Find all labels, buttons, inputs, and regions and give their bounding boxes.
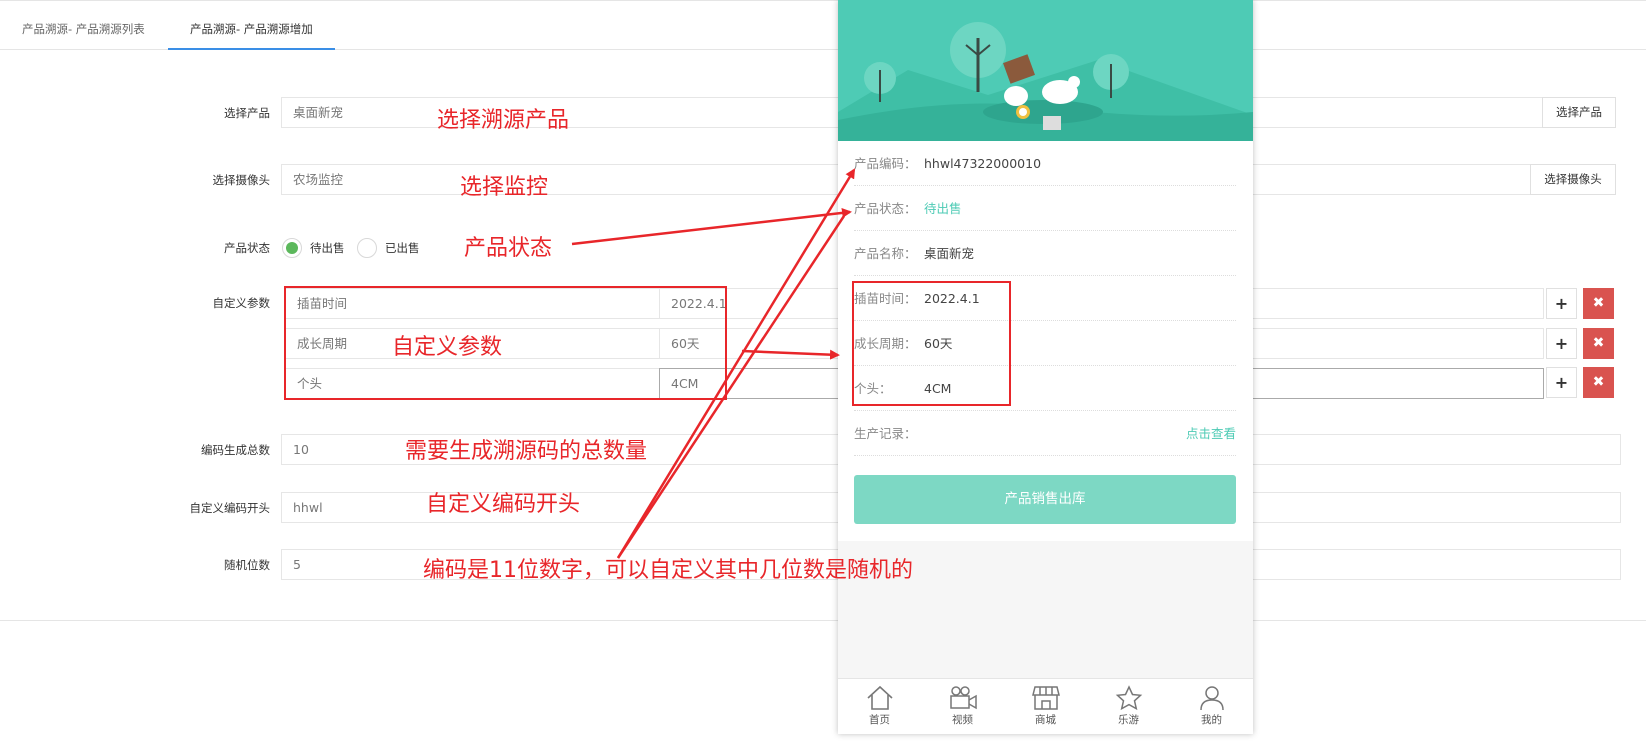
annotation-code: 编码是11位数字，可以自定义其中几位数是随机的 bbox=[423, 558, 913, 583]
annotation-params: 自定义参数 bbox=[392, 335, 503, 360]
annotation-product: 选择溯源产品 bbox=[437, 108, 570, 133]
annotation-status: 产品状态 bbox=[464, 236, 553, 261]
annotation-prefix: 自定义编码开头 bbox=[426, 492, 581, 517]
annotation-camera: 选择监控 bbox=[460, 175, 549, 200]
page: 产品溯源- 产品溯源列表 产品溯源- 产品溯源增加 选择产品 桌面新宠 选择产品… bbox=[0, 0, 1646, 741]
annotation-total: 需要生成溯源码的总数量 bbox=[405, 439, 648, 464]
annotation-arrows bbox=[571, 168, 856, 559]
